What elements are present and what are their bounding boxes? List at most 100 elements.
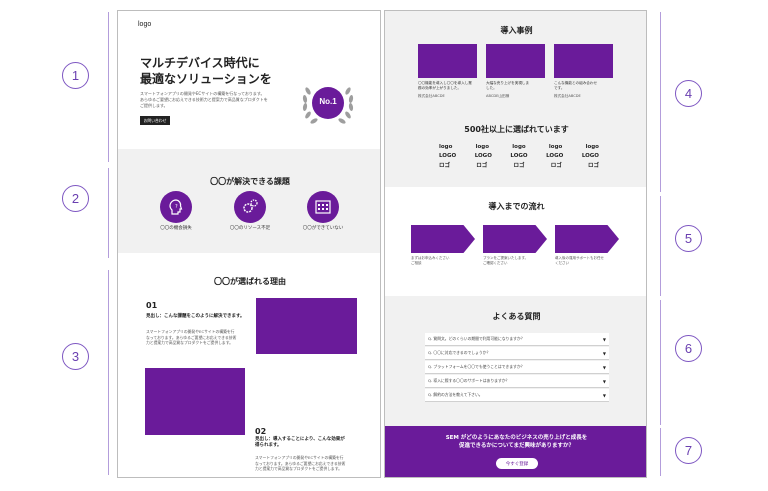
client-logo: ロゴ (439, 162, 451, 169)
faq-item[interactable]: Q. 〇〇に対応できるのでしょうか？ ▼ (425, 347, 609, 360)
clients-heading: 500社以上に選ばれています (464, 125, 569, 134)
annotation-line (660, 300, 661, 425)
faq-question: Q. 解約の方法を教えて下さい。 (428, 392, 483, 397)
case-text: です。 (554, 86, 565, 91)
issue-label: 〇〇の機会損失 (160, 226, 192, 231)
caret-down-icon: ▼ (602, 364, 606, 370)
reason-image (256, 298, 357, 354)
flow-step-text: 導入後の運用サポートもお任せ ください (555, 256, 621, 267)
client-logo: LOGO (510, 153, 528, 160)
flow-step-text: プランをご提案いたします。 ご確認ください (483, 256, 549, 267)
case-caption: こんな機能との組み合わせ です。 株式会社ABCDE (554, 81, 616, 99)
flow-step-arrow (483, 225, 547, 253)
reason-body-line: 力と提案力で高品質なプロダクトをご提供します。 (146, 340, 233, 346)
caret-down-icon: ▼ (602, 350, 606, 356)
case-image (554, 44, 613, 78)
annotation-7: 7 (675, 437, 702, 464)
annotation-line (108, 12, 109, 162)
svg-text:?: ? (175, 204, 178, 210)
client-logo: LOGO (546, 153, 564, 160)
flow-heading: 導入までの流れ (488, 202, 545, 211)
head-thinking-icon: ? (160, 191, 192, 223)
annotation-6: 6 (675, 335, 702, 362)
client-logo: ロゴ (476, 162, 488, 169)
faq-heading: よくある質問 (492, 312, 541, 321)
cta-text: SEM がどのようにあなたのビジネスの売り上げと成長を 促進できるかについてまだ… (385, 434, 646, 451)
issue-label: 〇〇のリソース不足 (229, 226, 271, 231)
annotation-3: 3 (62, 343, 89, 370)
contact-button[interactable]: お問い合わせ (140, 116, 170, 125)
cta-line: SEM がどのようにあなたのビジネスの売り上げと成長を (445, 435, 588, 441)
annotation-line (660, 196, 661, 296)
reason-title: 見出し：こんな課題をこのように解決できます。 (146, 314, 245, 319)
faq-item[interactable]: Q. 解約の方法を教えて下さい。 ▼ (425, 389, 609, 402)
gears-icon (234, 191, 266, 223)
annotation-2: 2 (62, 185, 89, 212)
cases-heading: 導入事例 (500, 26, 533, 35)
client-logo: ロゴ (550, 162, 562, 169)
faq-item[interactable]: Q. プラットフォームを〇〇でも使うことはできますか？ ▼ (425, 361, 609, 374)
reason-number: 02 (255, 427, 267, 436)
hero-title-line: 最適なソリューションを (140, 72, 272, 87)
hero-title-line: マルチデバイス時代に (140, 56, 260, 70)
client-logo: ロゴ (513, 162, 525, 169)
faq-question: Q. 導入に際する〇〇のサポートはありますか？ (428, 378, 510, 383)
annotation-line (660, 12, 661, 192)
case-text: した。 (486, 86, 497, 91)
hero-desc-line: ご提供します。 (140, 103, 168, 108)
client-logo: logo (475, 144, 490, 150)
client-logo: logo (439, 144, 453, 150)
case-image (418, 44, 477, 78)
annotation-line (108, 270, 109, 475)
flow-step-text: まずはお申込みください ご相談 (411, 256, 477, 267)
calendar-icon (307, 191, 339, 223)
flow-step-arrow (411, 225, 475, 253)
client-logo: logo (548, 144, 563, 150)
reason-image (145, 368, 245, 435)
caret-down-icon: ▼ (602, 392, 606, 398)
caret-down-icon: ▼ (602, 336, 606, 342)
flow-step-arrow (555, 225, 619, 253)
annotation-5: 5 (675, 225, 702, 252)
issues-heading: 〇〇が解決できる課題 (210, 177, 290, 186)
client-logo: ロゴ (587, 162, 599, 169)
case-text: 務の効率が上がりました。 (418, 86, 462, 91)
client-logo: LOGO (439, 153, 457, 160)
case-caption: 〇〇機能を導入し〇〇を導入し業 務の効率が上がりました。 株式会社ABCDE (418, 81, 480, 99)
hero-title: マルチデバイス時代に 最適なソリューションを (140, 55, 272, 87)
client-logo: logo (512, 144, 526, 150)
hero-description: スマートフォンアプリの開発やECサイトの構築を行なっております。 あらゆるご要望… (140, 91, 290, 109)
reason-title-line: 得られます。 (255, 443, 282, 449)
faq-item[interactable]: Q. 導入に際する〇〇のサポートはありますか？ ▼ (425, 375, 609, 388)
caret-down-icon: ▼ (602, 378, 606, 384)
faq-question: Q. 〇〇に対応できるのでしょうか？ (428, 350, 491, 355)
flow-step-line: ご相談 (411, 261, 422, 266)
faq-item[interactable]: Q. 質問文。どのくらいの期間で利用可能になりますか？ ▼ (425, 333, 609, 346)
annotation-line (660, 428, 661, 476)
case-company: 株式会社ABCDE (554, 93, 581, 98)
client-logo: logo (585, 144, 599, 150)
reason-body: スマートフォンアプリの開発やECサイトの構築を行 なっております。あらゆるご要望… (146, 329, 256, 346)
flow-step-line: ください (555, 261, 569, 266)
left-wireframe: logo マルチデバイス時代に 最適なソリューションを スマートフォンアプリの開… (117, 10, 381, 478)
faq-question: Q. プラットフォームを〇〇でも使うことはできますか？ (428, 364, 525, 369)
annotation-line (108, 168, 109, 258)
logo[interactable]: logo (138, 21, 151, 28)
case-caption: 大幅な売り上げを実現しま した。 ABCDE山田様 (486, 81, 548, 99)
case-image (486, 44, 545, 78)
case-company: ABCDE山田様 (486, 93, 510, 98)
right-wireframe: 導入事例 〇〇機能を導入し〇〇を導入し業 務の効率が上がりました。 株式会社AB… (384, 10, 647, 478)
faq-question: Q. 質問文。どのくらいの期間で利用可能になりますか？ (428, 336, 525, 341)
reason-body: スマートフォンアプリの開発やECサイトの構築を行 なっております。あらゆるご要望… (255, 455, 370, 472)
reason-body-line: 力と提案力で高品質なプロダクトをご提供します。 (255, 466, 342, 472)
reasons-heading: 〇〇が選ばれる理由 (214, 277, 286, 286)
client-logos: logo logo logo logo logo LOGO LOGO LOGO … (439, 144, 599, 169)
register-button[interactable]: 今すぐ登録 (496, 458, 538, 469)
client-logo: LOGO (474, 153, 492, 160)
annotation-1: 1 (62, 62, 89, 89)
cta-line: 促進できるかについてまだ興味がありますか？ (459, 443, 574, 450)
issue-label: 〇〇ができていない (302, 226, 344, 231)
client-logo: LOGO (581, 153, 599, 160)
reason-title: 見出し：導入することにより、こんな効果が 得られます。 (255, 437, 365, 450)
case-company: 株式会社ABCDE (418, 93, 445, 98)
